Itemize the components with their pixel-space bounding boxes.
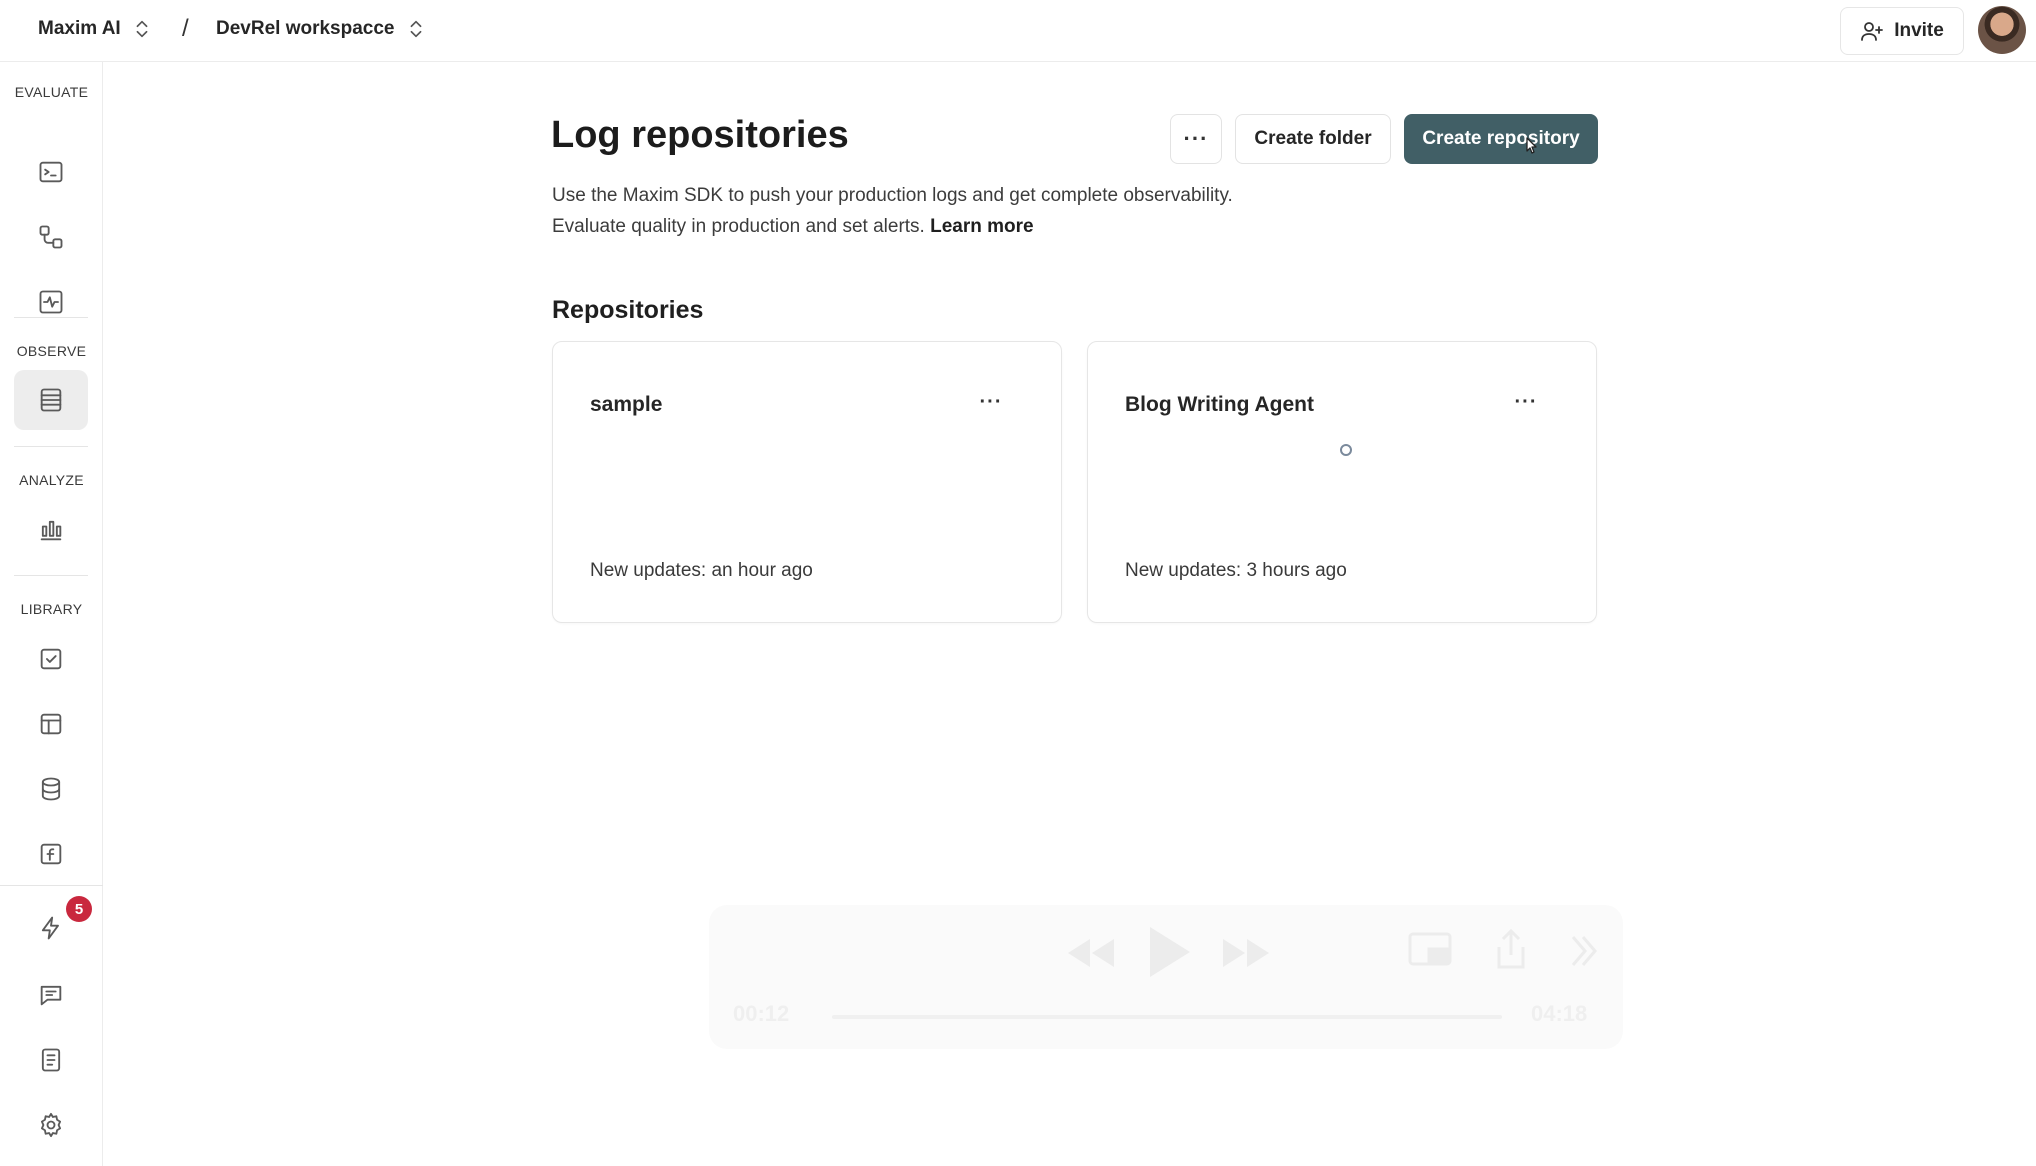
activity-icon — [39, 290, 63, 314]
create-repository-button[interactable]: Create repository — [1404, 114, 1598, 164]
page-description: Use the Maxim SDK to push your productio… — [552, 180, 1233, 242]
nav-datasets[interactable] — [14, 694, 88, 754]
nav-settings[interactable] — [14, 1095, 88, 1155]
sidebar-divider — [14, 317, 88, 318]
message-icon — [40, 985, 62, 1006]
nav-workflows[interactable] — [14, 207, 88, 267]
mouse-pointer-icon — [1526, 137, 1537, 154]
terminal-icon — [39, 161, 63, 183]
repository-updated: New updates: an hour ago — [590, 560, 813, 581]
description-line-2: Evaluate quality in production and set a… — [552, 211, 1233, 242]
invite-label: Invite — [1894, 20, 1944, 41]
nav-docs[interactable] — [14, 1030, 88, 1090]
description-line-2-text: Evaluate quality in production and set a… — [552, 216, 925, 237]
video-current-time: 00:12 — [733, 1001, 790, 1026]
table-icon — [40, 713, 62, 735]
workspace-switcher[interactable]: DevRel workspacce — [216, 18, 427, 40]
fast-forward-icon — [1223, 939, 1269, 967]
share-icon[interactable] — [1493, 927, 1529, 971]
repository-name: sample — [590, 393, 663, 416]
nav-feedback[interactable] — [14, 965, 88, 1025]
breadcrumb-separator: / — [182, 15, 189, 42]
more-options-button[interactable]: ··· — [1170, 114, 1222, 164]
sidebar-divider — [0, 885, 103, 886]
org-switcher[interactable]: Maxim AI — [38, 18, 153, 40]
section-label-library: LIBRARY — [20, 601, 83, 617]
notification-badge: 5 — [66, 896, 92, 922]
repository-name: Blog Writing Agent — [1125, 393, 1314, 416]
nav-context-sources[interactable] — [14, 759, 88, 819]
repository-more-button[interactable]: ··· — [973, 384, 1009, 420]
top-bar: Maxim AI / DevRel workspacce Invite — [0, 0, 2036, 62]
video-player-overlay: 00:12 04:18 — [709, 905, 1623, 1049]
chevrons-right-icon[interactable] — [1569, 933, 1599, 969]
lightning-icon — [41, 916, 59, 940]
nav-analytics[interactable] — [14, 500, 88, 560]
sidebar: EVALUATE OBSERVE ANALYZE LIBRARY 5 — [0, 62, 103, 1166]
description-line-1: Use the Maxim SDK to push your productio… — [552, 185, 1233, 206]
user-plus-icon — [1861, 22, 1884, 41]
repository-updated: New updates: 3 hours ago — [1125, 560, 1347, 581]
database-icon — [41, 777, 61, 801]
gear-icon — [40, 1112, 62, 1138]
loading-spinner-icon — [1340, 444, 1352, 456]
play-icon[interactable] — [1144, 923, 1194, 981]
repositories-heading: Repositories — [552, 296, 704, 324]
picture-in-picture-icon[interactable] — [1407, 931, 1453, 971]
section-label-observe: OBSERVE — [16, 343, 87, 359]
check-square-icon — [40, 648, 62, 670]
workflow-icon — [39, 225, 63, 249]
nav-evaluators[interactable] — [14, 629, 88, 689]
rewind-icon — [1068, 939, 1114, 967]
document-icon — [41, 1048, 61, 1072]
list-icon — [40, 388, 62, 412]
sidebar-divider — [14, 575, 88, 576]
org-name: Maxim AI — [38, 18, 121, 39]
invite-button[interactable]: Invite — [1840, 7, 1964, 55]
sidebar-divider — [14, 446, 88, 447]
section-label-analyze: ANALYZE — [19, 472, 84, 488]
page-title: Log repositories — [551, 114, 849, 156]
nav-tools[interactable] — [14, 824, 88, 884]
nav-playground[interactable] — [14, 142, 88, 202]
repository-card[interactable]: Blog Writing Agent ··· New updates: 3 ho… — [1087, 341, 1597, 623]
create-folder-button[interactable]: Create folder — [1235, 114, 1391, 164]
learn-more-link[interactable]: Learn more — [930, 216, 1033, 237]
avatar[interactable] — [1978, 6, 2026, 54]
nav-log-repositories[interactable] — [14, 370, 88, 430]
section-label-evaluate: EVALUATE — [14, 84, 89, 100]
nav-updates[interactable]: 5 — [14, 896, 92, 958]
chevron-up-down-icon — [410, 20, 421, 38]
video-total-time: 04:18 — [1531, 1001, 1588, 1026]
repository-more-button[interactable]: ··· — [1508, 384, 1544, 420]
function-icon — [40, 843, 62, 865]
nav-evaluations[interactable] — [14, 272, 88, 332]
workspace-name: DevRel workspacce — [216, 18, 395, 39]
chevron-up-down-icon — [136, 20, 148, 38]
video-progress-bar[interactable] — [832, 1015, 1502, 1019]
bar-chart-icon — [40, 520, 62, 541]
repository-card[interactable]: sample ··· New updates: an hour ago — [552, 341, 1062, 623]
